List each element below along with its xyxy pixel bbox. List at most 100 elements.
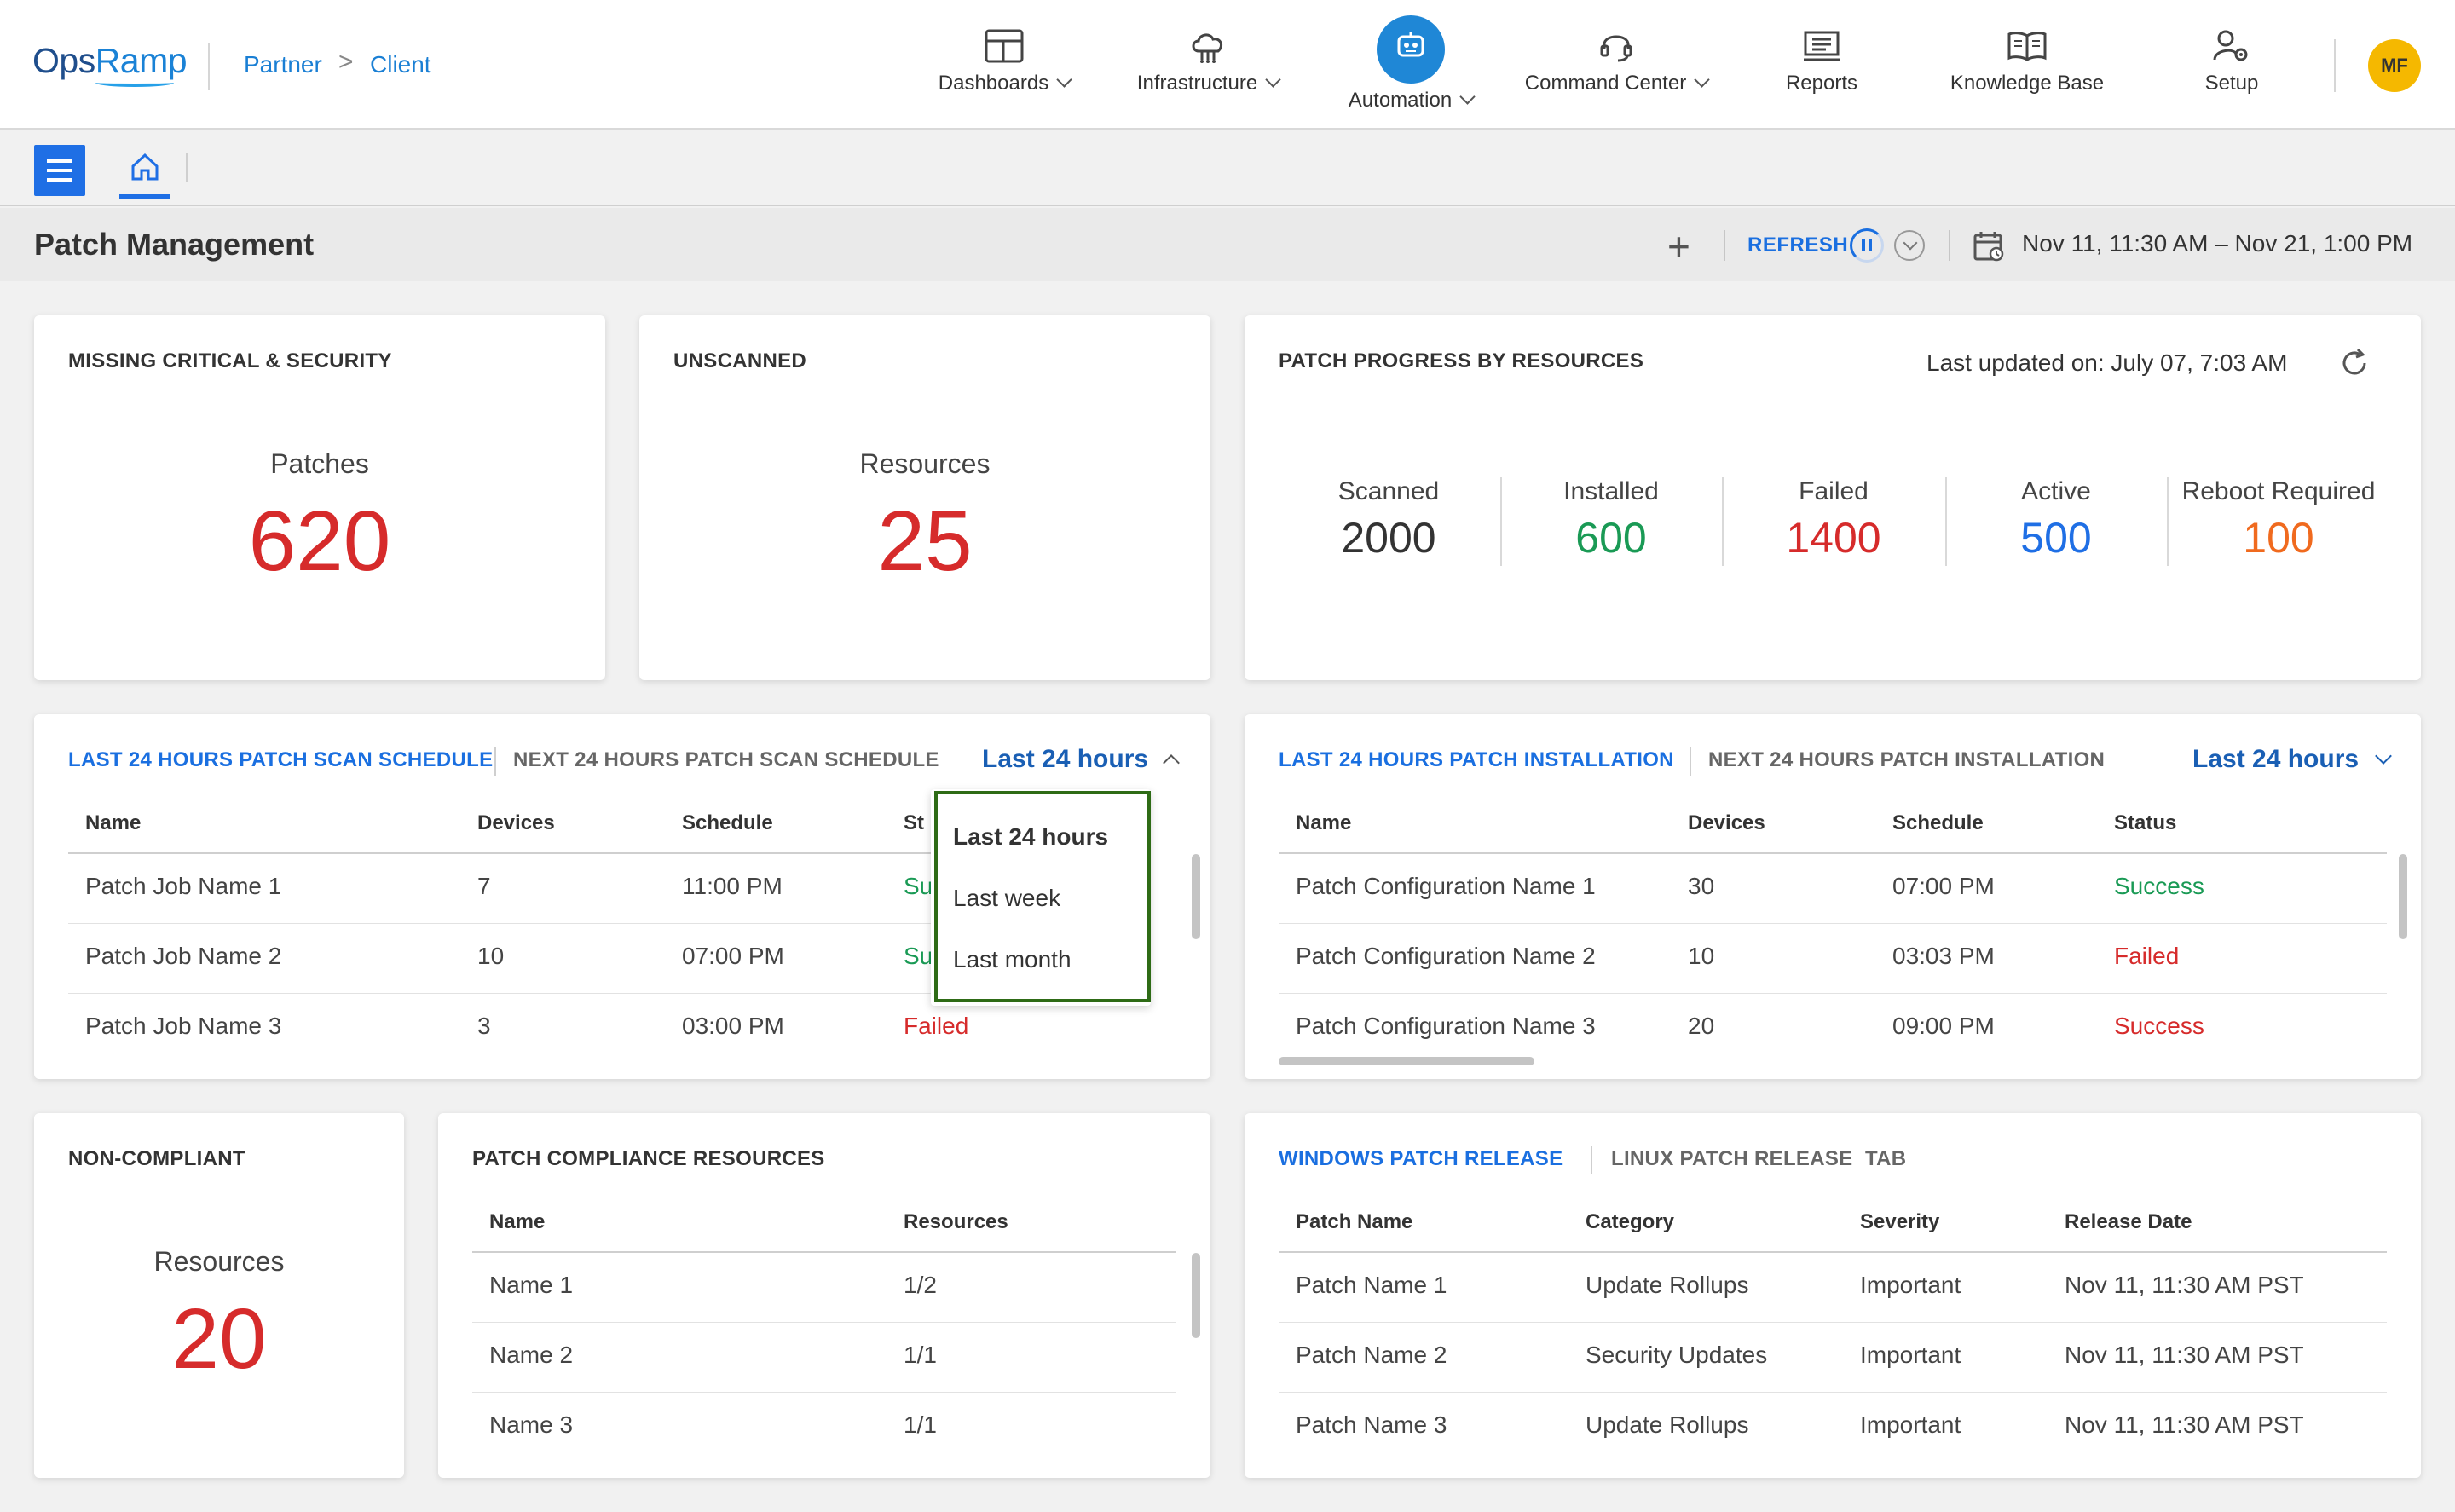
cell-name: Patch Job Name 2 [85, 943, 282, 969]
nav-knowledge-base[interactable]: Knowledge Base [1942, 29, 2112, 114]
column-header-category[interactable]: Category [1586, 1210, 1674, 1234]
chevron-down-icon [1694, 72, 1710, 88]
missing-patches-count[interactable]: 620 [34, 493, 605, 591]
tab-last-24h-scan[interactable]: LAST 24 HOURS PATCH SCAN SCHEDULE [68, 748, 493, 772]
nav-setup[interactable]: Setup [2192, 29, 2271, 114]
option-last-week[interactable]: Last week [953, 885, 1060, 912]
cell-status: Failed [2114, 943, 2180, 969]
pause-icon[interactable] [1850, 228, 1884, 263]
cell-patch-name: Patch Name 3 [1296, 1411, 1447, 1438]
breadcrumb-partner[interactable]: Partner [244, 51, 322, 78]
hamburger-line [47, 159, 72, 163]
cell-release-date: Nov 11, 11:30 AM PST [2065, 1342, 2304, 1368]
column-header-devices[interactable]: Devices [1688, 811, 1765, 835]
column-header-severity[interactable]: Severity [1860, 1210, 1939, 1234]
automation-icon-badge [1377, 15, 1445, 84]
column-header-status[interactable]: St [904, 811, 924, 835]
column-header-patch-name[interactable]: Patch Name [1296, 1210, 1412, 1234]
refresh-options-chevron-icon[interactable] [1894, 230, 1925, 261]
page-title: Patch Management [34, 227, 315, 262]
cell-devices: 7 [477, 873, 491, 899]
stat-value: 1400 [1786, 514, 1881, 562]
cell-schedule: 09:00 PM [1892, 1013, 1995, 1039]
hamburger-menu-button[interactable] [34, 145, 85, 196]
tab-separator [1591, 1146, 1592, 1174]
cell-category: Update Rollups [1586, 1411, 1749, 1438]
nav-infrastructure[interactable]: Infrastructure [1127, 29, 1289, 114]
column-header-schedule[interactable]: Schedule [1892, 811, 1984, 835]
tab-extra[interactable]: TAB [1865, 1147, 1906, 1171]
user-avatar[interactable]: MF [2368, 39, 2421, 92]
header-divider [2334, 39, 2336, 92]
cell-severity: Important [1860, 1342, 1961, 1368]
vertical-scrollbar[interactable] [2399, 854, 2407, 939]
hamburger-line [47, 178, 72, 182]
cell-devices: 10 [477, 943, 505, 969]
logo-text-ops: Ops [32, 41, 95, 80]
patch-compliance-card: PATCH COMPLIANCE RESOURCES Name Resource… [438, 1113, 1210, 1478]
cell-patch-name: Patch Name 1 [1296, 1272, 1447, 1298]
cell-status: Failed [904, 1013, 969, 1039]
stat-active[interactable]: Active 500 [1945, 477, 2167, 563]
cell-name: Patch Job Name 1 [85, 873, 282, 899]
time-range-select[interactable]: Last 24 hours [2192, 745, 2392, 774]
column-header-status[interactable]: Status [2114, 811, 2176, 835]
option-last-month[interactable]: Last month [953, 946, 1072, 973]
stat-failed[interactable]: Failed 1400 [1723, 477, 1944, 563]
tab-windows-patch-release[interactable]: WINDOWS PATCH RELEASE [1279, 1147, 1563, 1171]
unscanned-resources-count[interactable]: 25 [639, 493, 1210, 591]
horizontal-scrollbar[interactable] [1279, 1057, 1534, 1065]
cell-schedule: 03:00 PM [682, 1013, 784, 1039]
vertical-scrollbar[interactable] [1192, 854, 1200, 939]
breadcrumb-separator: > [338, 48, 354, 76]
column-header-schedule[interactable]: Schedule [682, 811, 773, 835]
row-divider [1279, 1322, 2387, 1323]
cell-devices: 3 [477, 1013, 491, 1039]
nav-automation[interactable]: Automation [1338, 15, 1483, 114]
tab-linux-patch-release[interactable]: LINUX PATCH RELEASE [1611, 1147, 1853, 1171]
cell-resources: 1/1 [904, 1411, 937, 1438]
last-updated-text: Last updated on: July 07, 7:03 AM [1926, 349, 2288, 376]
reload-icon[interactable] [2337, 346, 2371, 380]
option-last-24-hours[interactable]: Last 24 hours [953, 823, 1108, 851]
nav-command-center[interactable]: Command Center [1516, 29, 1717, 114]
stat-scanned[interactable]: Scanned 2000 [1278, 477, 1499, 563]
nav-dashboards[interactable]: Dashboards [929, 29, 1079, 114]
tab-last-24h-installation[interactable]: LAST 24 HOURS PATCH INSTALLATION [1279, 748, 1674, 772]
cell-devices: 20 [1688, 1013, 1715, 1039]
date-range-selector[interactable]: Nov 11, 11:30 AM – Nov 21, 1:00 PM [2022, 230, 2412, 257]
stat-value: 100 [2243, 514, 2314, 562]
refresh-button[interactable]: REFRESH [1747, 234, 1848, 257]
hamburger-line [47, 169, 72, 172]
calendar-icon[interactable] [1973, 230, 2005, 263]
cell-resources: 1/2 [904, 1272, 937, 1298]
cell-schedule: 07:00 PM [682, 943, 784, 969]
stat-installed[interactable]: Installed 600 [1500, 477, 1722, 563]
opsramp-logo[interactable]: OpsRamp [32, 41, 188, 81]
cell-name: Name 1 [489, 1272, 574, 1298]
cell-severity: Important [1860, 1411, 1961, 1438]
tab-next-24h-installation[interactable]: NEXT 24 HOURS PATCH INSTALLATION [1708, 748, 2105, 772]
cell-schedule: 11:00 PM [682, 873, 783, 899]
stat-reboot-required[interactable]: Reboot Required 100 [2168, 477, 2389, 563]
vertical-scrollbar[interactable] [1192, 1253, 1200, 1338]
cell-status: Success [2114, 873, 2204, 899]
nav-reports[interactable]: Reports [1771, 29, 1872, 114]
cell-status: Success [2114, 1013, 2204, 1039]
column-header-name[interactable]: Name [489, 1210, 545, 1234]
column-header-name[interactable]: Name [85, 811, 141, 835]
patch-installation-card: LAST 24 HOURS PATCH INSTALLATION NEXT 24… [1245, 714, 2421, 1079]
column-header-release-date[interactable]: Release Date [2065, 1210, 2192, 1234]
cell-status: Su [904, 873, 933, 899]
card-title: PATCH COMPLIANCE RESOURCES [472, 1147, 825, 1170]
home-tab[interactable] [119, 141, 170, 199]
time-range-select[interactable]: Last 24 hours [982, 745, 1180, 774]
column-header-name[interactable]: Name [1296, 811, 1351, 835]
add-widget-button[interactable]: + [1667, 223, 1690, 269]
tab-next-24h-scan[interactable]: NEXT 24 HOURS PATCH SCAN SCHEDULE [513, 748, 939, 772]
column-header-resources[interactable]: Resources [904, 1210, 1008, 1234]
column-header-devices[interactable]: Devices [477, 811, 555, 835]
non-compliant-count[interactable]: 20 [34, 1290, 404, 1388]
secondary-toolbar [0, 131, 2455, 206]
breadcrumb-client[interactable]: Client [370, 51, 431, 78]
